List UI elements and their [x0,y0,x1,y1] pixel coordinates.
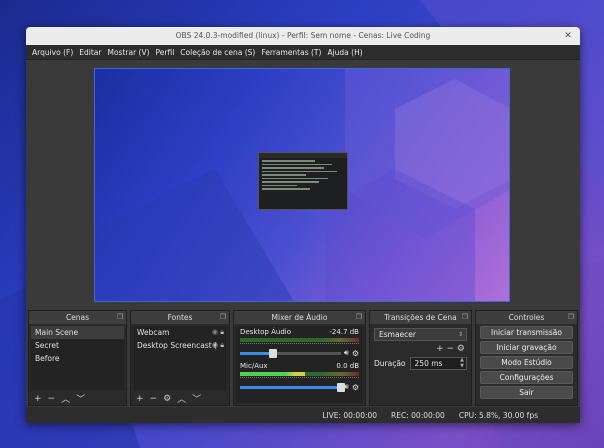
add-icon[interactable]: + [136,394,144,404]
remove-icon[interactable]: − [48,394,56,404]
exit-button[interactable]: Sair [480,386,573,399]
add-icon[interactable]: + [436,344,444,354]
source-item[interactable]: Webcam ◉ 🔒︎ [133,326,227,339]
scenes-toolbar: + − ︿ ﹀ [29,392,126,406]
channel-db: -24.7 dB [329,328,359,336]
add-icon[interactable]: + [34,394,42,404]
title-bar: OBS 24.0.3-modified (linux) - Perfil: Se… [26,27,580,45]
volume-slider[interactable] [240,348,341,358]
visibility-icon[interactable]: ◉ [212,328,218,336]
settings-button[interactable]: Configurações [480,371,573,384]
visibility-icon[interactable]: ◉ [212,341,218,349]
undock-icon[interactable]: ❐ [462,311,468,324]
sources-list: Webcam ◉ 🔒︎ Desktop Screencast ( ◉ 🔒︎ [133,326,227,390]
meter-ticks [240,377,359,380]
undock-icon[interactable]: ❐ [356,311,362,324]
dock-panels: Cenas ❐ Main Scene Secret Before + − ︿ ﹀… [26,310,580,406]
menu-ajuda[interactable]: Ajuda (H) [324,48,365,57]
transitions-dock-title: Transições de Cena ❐ [370,311,471,324]
menu-mostrar[interactable]: Mostrar (V) [104,48,152,57]
menu-perfil[interactable]: Perfil [153,48,178,57]
transitions-dock: Transições de Cena ❐ Esmaecer ⇕ + − ⚙ Du… [369,310,472,406]
chevron-updown-icon: ⇕ [457,331,463,338]
sources-dock: Fontes ❐ Webcam ◉ 🔒︎ Desktop Screencast … [130,310,230,406]
channel-name: Desktop Áudio [240,328,291,336]
cpu-status: CPU: 5.8%, 30.00 fps [458,410,538,420]
transition-select[interactable]: Esmaecer ⇕ [374,328,467,341]
window-title: OBS 24.0.3-modified (linux) - Perfil: Se… [175,31,431,40]
remove-icon[interactable]: − [150,394,158,404]
gear-icon[interactable]: ⚙ [352,349,359,358]
volume-slider[interactable] [240,382,345,392]
lock-icon[interactable]: 🔒︎ [220,341,224,349]
scene-item[interactable]: Before [31,352,124,365]
scene-item[interactable]: Main Scene [31,326,124,339]
duration-row: Duração 250 ms ▲ ▼ [370,354,471,373]
source-item[interactable]: Desktop Screencast ( ◉ 🔒︎ [133,339,227,352]
mixer-dock-title: Mixer de Áudio ❐ [234,311,365,324]
meter-ticks [240,343,359,346]
volume-meter [240,372,359,376]
undock-icon[interactable]: ❐ [568,311,574,324]
terminal-window-thumbnail [258,152,348,210]
remove-icon[interactable]: − [447,344,455,354]
status-bar: LIVE: 00:00:00 REC: 00:00:00 CPU: 5.8%, … [26,407,580,423]
scenes-list: Main Scene Secret Before [31,326,124,390]
mixer-channel: Mic/Aux 0.0 dB 🔊︎ ⚙ [236,360,363,394]
speaker-icon[interactable]: 🔊︎ [344,348,349,358]
studio-mode-button[interactable]: Modo Estúdio [480,356,573,369]
close-icon[interactable]: ✕ [562,30,574,42]
move-up-icon[interactable]: ︿ [61,392,70,405]
duration-input[interactable]: 250 ms ▲ ▼ [409,357,467,370]
lock-icon[interactable]: 🔒︎ [220,328,224,336]
sources-toolbar: + − ⚙ ︿ ﹀ [131,392,229,406]
channel-name: Mic/Aux [240,362,268,370]
spinner-icon[interactable]: ▲ ▼ [460,357,464,369]
menu-colecao-cena[interactable]: Coleção de cena (S) [177,48,258,57]
menu-arquivo[interactable]: Arquivo (F) [29,48,76,57]
volume-meter [240,338,359,342]
undock-icon[interactable]: ❐ [117,311,123,324]
start-streaming-button[interactable]: Iniciar transmissão [480,326,573,339]
controls-dock-title: Controles ❐ [476,311,577,324]
obs-window: OBS 24.0.3-modified (linux) - Perfil: Se… [26,27,580,423]
menu-ferramentas[interactable]: Ferramentas (T) [258,48,324,57]
transition-toolbar: + − ⚙ [370,341,471,354]
live-timer: LIVE: 00:00:00 [322,410,378,420]
menu-editar[interactable]: Editar [76,48,104,57]
move-down-icon[interactable]: ﹀ [76,392,85,405]
scenes-dock: Cenas ❐ Main Scene Secret Before + − ︿ ﹀ [28,310,127,406]
mixer-channels: Desktop Áudio -24.7 dB 🔊︎ ⚙ Mic/Aux 0.0 … [236,326,363,403]
preview-area [26,60,580,338]
rec-timer: REC: 00:00:00 [391,410,445,420]
duration-label: Duração [374,359,406,368]
sources-dock-title: Fontes ❐ [131,311,229,324]
start-recording-button[interactable]: Iniciar gravação [480,341,573,354]
channel-db: 0.0 dB [336,362,359,370]
gear-icon[interactable]: ⚙ [352,383,359,392]
scene-item[interactable]: Secret [31,339,124,352]
gear-icon[interactable]: ⚙ [163,394,171,404]
mixer-channel: Desktop Áudio -24.7 dB 🔊︎ ⚙ [236,326,363,360]
scene-preview[interactable] [94,68,510,302]
gear-icon[interactable]: ⚙ [457,344,465,354]
audio-mixer-dock: Mixer de Áudio ❐ Desktop Áudio -24.7 dB … [233,310,366,406]
scenes-dock-title: Cenas ❐ [29,311,126,324]
move-down-icon[interactable]: ﹀ [192,392,201,405]
controls-dock: Controles ❐ Iniciar transmissão Iniciar … [475,310,578,406]
move-up-icon[interactable]: ︿ [177,392,186,405]
menu-bar: Arquivo (F) Editar Mostrar (V) Perfil Co… [26,45,580,60]
undock-icon[interactable]: ❐ [220,311,226,324]
